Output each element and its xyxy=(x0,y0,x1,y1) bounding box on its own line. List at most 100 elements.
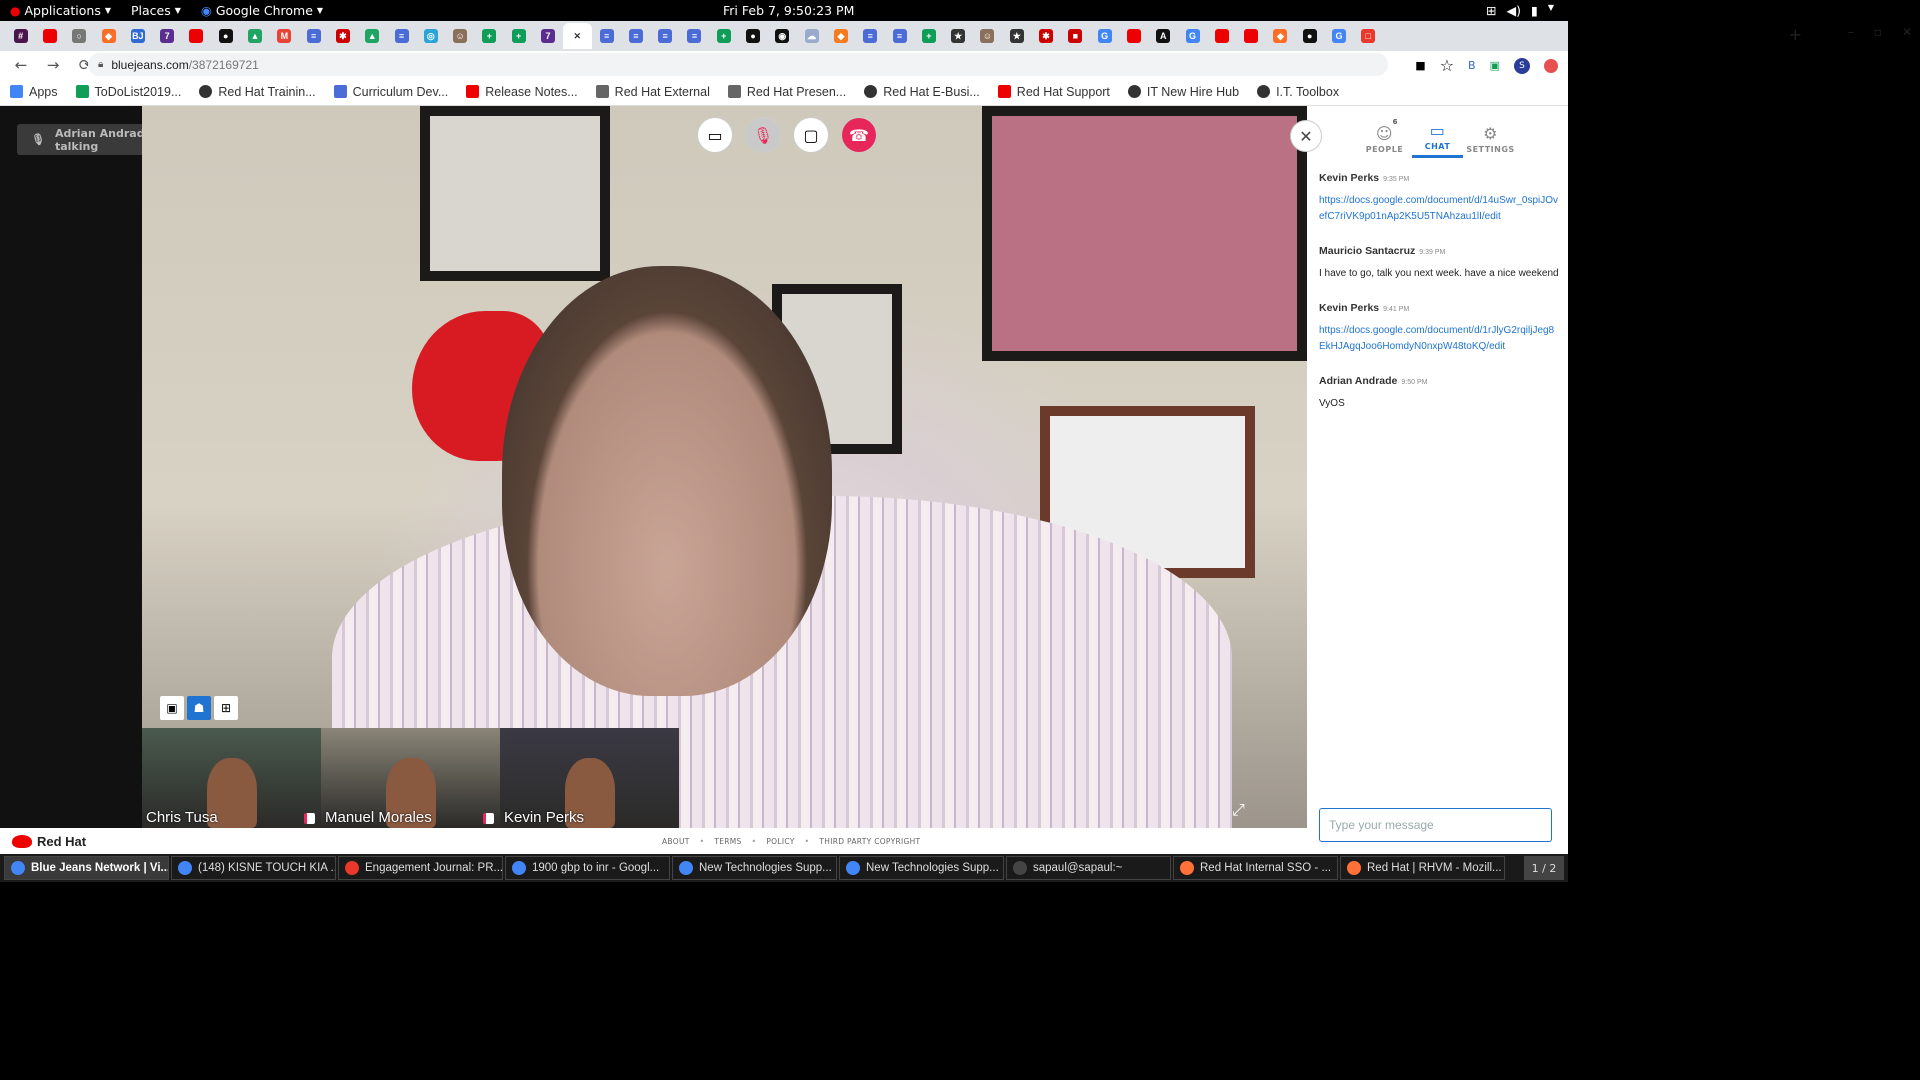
browser-tab[interactable]: G xyxy=(1178,23,1207,49)
places-menu[interactable]: Places ▼ xyxy=(121,3,191,18)
browser-tab[interactable]: ★ xyxy=(944,23,973,49)
browser-tab[interactable]: ● xyxy=(1295,23,1324,49)
browser-tab[interactable]: ≡ xyxy=(856,23,885,49)
browser-tab[interactable]: ◆ xyxy=(94,23,123,49)
browser-app-menu[interactable]: ◉ Google Chrome ▼ xyxy=(191,3,333,18)
back-icon[interactable]: ← xyxy=(10,56,32,74)
bookmark-item[interactable]: Red Hat Trainin... xyxy=(199,85,316,99)
footer-link[interactable]: THIRD PARTY COPYRIGHT xyxy=(819,837,920,846)
browser-tab[interactable]: G xyxy=(1324,23,1353,49)
applications-menu[interactable]: ● Applications ▼ xyxy=(0,3,121,18)
speaker-layout-button[interactable]: ▣ xyxy=(160,696,184,720)
browser-tab[interactable]: ○ xyxy=(65,23,94,49)
browser-tab[interactable]: ★ xyxy=(1002,23,1031,49)
bookmark-item[interactable]: Curriculum Dev... xyxy=(333,85,448,99)
bookmark-item[interactable]: Red Hat External xyxy=(595,85,710,99)
browser-tab[interactable]: 7 xyxy=(533,23,562,49)
new-tab-icon[interactable]: + xyxy=(1789,25,1802,44)
main-video-feed[interactable] xyxy=(142,106,1307,828)
participant-thumbnail[interactable]: Manuel Morales xyxy=(321,728,500,828)
browser-tab[interactable]: 7 xyxy=(152,23,181,49)
close-panel-button[interactable]: ✕ xyxy=(1290,120,1322,152)
bookmark-item[interactable]: ToDoList2019... xyxy=(75,85,181,99)
browser-tab[interactable]: ● xyxy=(738,23,767,49)
footer-link[interactable]: TERMS xyxy=(714,837,741,846)
browser-tab[interactable]: ≡ xyxy=(299,23,328,49)
browser-tab[interactable]: ≡ xyxy=(387,23,416,49)
message-link[interactable]: https://docs.google.com/document/d/1rJly… xyxy=(1319,323,1559,355)
tab-people[interactable]: 6 ☺ PEOPLE xyxy=(1359,118,1410,158)
taskbar-window[interactable]: Red Hat Internal SSO - ... xyxy=(1173,856,1338,880)
tab-settings[interactable]: ⚙ SETTINGS xyxy=(1465,118,1516,158)
footer-link[interactable]: ABOUT xyxy=(662,837,690,846)
taskbar-window[interactable]: (148) KISNE TOUCH KIA ... xyxy=(171,856,336,880)
browser-tab[interactable]: + xyxy=(709,23,738,49)
url-field[interactable]: 🔒︎ bluejeans.com/3872169721 xyxy=(88,53,1388,76)
browser-tab[interactable]: ■ xyxy=(1061,23,1090,49)
bookmark-item[interactable]: Red Hat Support xyxy=(997,85,1110,99)
workspace-pager[interactable]: 1 / 2 xyxy=(1524,856,1564,880)
browser-tab[interactable] xyxy=(35,23,64,49)
extension-icon[interactable]: ▣ xyxy=(1490,59,1500,72)
browser-tab[interactable]: ✱ xyxy=(328,23,357,49)
browser-tab[interactable]: ≡ xyxy=(680,23,709,49)
browser-tab[interactable]: G xyxy=(1090,23,1119,49)
browser-tab[interactable]: ● xyxy=(211,23,240,49)
taskbar-window[interactable]: sapaul@sapaul:~ xyxy=(1006,856,1171,880)
browser-tab[interactable]: ◉ xyxy=(768,23,797,49)
browser-tab[interactable] xyxy=(1207,23,1236,49)
taskbar-window[interactable]: New Technologies Supp... xyxy=(839,856,1004,880)
message-link[interactable]: https://docs.google.com/document/d/14uSw… xyxy=(1319,193,1559,225)
participant-thumbnail[interactable]: Chris Tusa xyxy=(142,728,321,828)
system-tray[interactable]: ⊞ ◀) ▮ ▼ xyxy=(1486,3,1554,18)
taskbar-window[interactable]: Red Hat | RHVM - Mozill... xyxy=(1340,856,1505,880)
browser-tab[interactable]: ▲ xyxy=(358,23,387,49)
tab-chat[interactable]: ▭ CHAT xyxy=(1412,118,1463,158)
taskbar-window[interactable]: New Technologies Supp... xyxy=(672,856,837,880)
bookmark-item[interactable]: Release Notes... xyxy=(466,85,578,99)
browser-tab[interactable]: A xyxy=(1149,23,1178,49)
browser-tab[interactable]: ☺ xyxy=(973,23,1002,49)
browser-tab[interactable]: ✱ xyxy=(1031,23,1060,49)
browser-tab[interactable]: ≡ xyxy=(651,23,680,49)
browser-tab[interactable]: ◆ xyxy=(1266,23,1295,49)
camera-indicator-icon[interactable]: ■ xyxy=(1415,59,1425,72)
browser-tab[interactable]: ☁ xyxy=(797,23,826,49)
browser-tab[interactable]: ≡ xyxy=(885,23,914,49)
taskbar-window[interactable]: 1900 gbp to inr - Googl... xyxy=(505,856,670,880)
chat-message-input[interactable]: Type your message xyxy=(1319,808,1552,842)
bookmark-item[interactable]: Red Hat Presen... xyxy=(727,85,846,99)
browser-tab[interactable] xyxy=(1236,23,1265,49)
browser-tab[interactable]: ☺ xyxy=(445,23,474,49)
browser-tab[interactable]: + xyxy=(475,23,504,49)
browser-tab[interactable]: □ xyxy=(1354,23,1383,49)
footer-link[interactable]: POLICY xyxy=(766,837,794,846)
browser-tab[interactable]: ▲ xyxy=(240,23,269,49)
browser-tab[interactable]: BJ xyxy=(123,23,152,49)
close-window-icon[interactable]: ✕ xyxy=(1902,25,1912,39)
participant-thumbnail[interactable]: Kevin Perks xyxy=(500,728,679,828)
bookmark-item[interactable]: Apps xyxy=(10,85,58,99)
forward-icon[interactable]: → xyxy=(42,56,64,74)
extension-icon[interactable]: B xyxy=(1468,59,1476,72)
browser-tab[interactable] xyxy=(182,23,211,49)
browser-tab[interactable]: + xyxy=(504,23,533,49)
browser-tab[interactable]: # xyxy=(6,23,35,49)
screen-share-button[interactable]: ▢ xyxy=(794,118,828,152)
taskbar-window[interactable]: Engagement Journal: PR... xyxy=(338,856,503,880)
bookmark-item[interactable]: Red Hat E-Busi... xyxy=(864,85,980,99)
system-clock[interactable]: Fri Feb 7, 9:50:23 PM xyxy=(723,3,854,18)
minimize-icon[interactable]: – xyxy=(1848,25,1854,39)
grid-layout-button[interactable]: ⊞ xyxy=(214,696,238,720)
extension-icon[interactable] xyxy=(1544,58,1558,73)
video-toggle-button[interactable]: ▭ xyxy=(698,118,732,152)
hang-up-button[interactable]: ☎ xyxy=(842,118,876,152)
profile-avatar[interactable]: S xyxy=(1514,57,1530,74)
bookmark-item[interactable]: I.T. Toolbox xyxy=(1257,85,1339,99)
mute-toggle-button[interactable]: 🎙︎ xyxy=(746,118,780,152)
browser-tab[interactable]: ✕ xyxy=(562,23,592,49)
browser-tab[interactable]: + xyxy=(914,23,943,49)
fullscreen-icon[interactable]: ⤢ xyxy=(1232,800,1252,820)
browser-tab[interactable]: M xyxy=(270,23,299,49)
bookmark-star-icon[interactable]: ☆ xyxy=(1440,56,1454,75)
